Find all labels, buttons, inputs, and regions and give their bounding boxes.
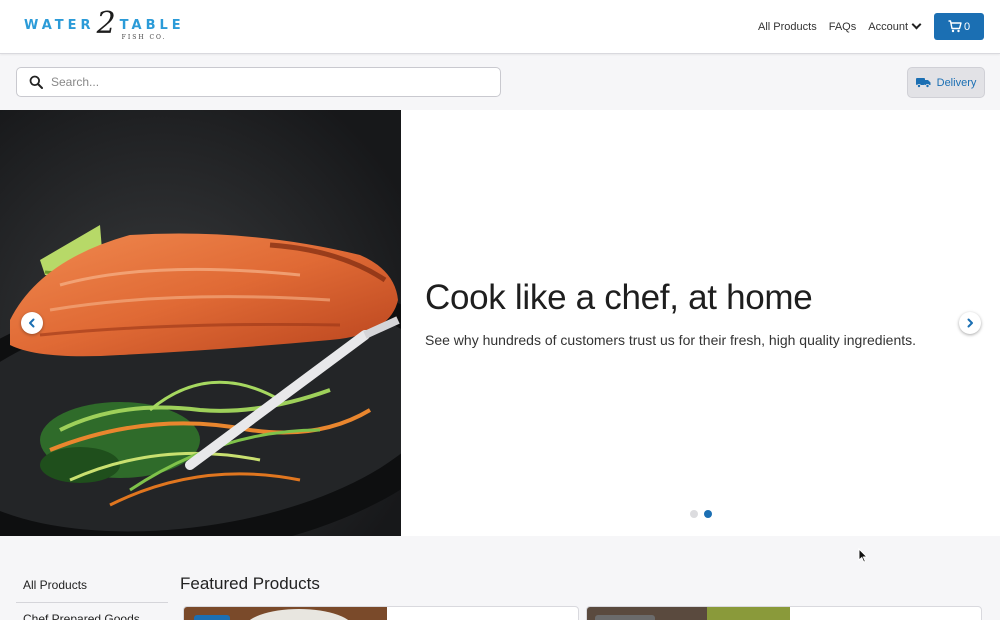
product-image xyxy=(587,607,790,620)
logo-right-group: TABLE FISH CO. xyxy=(120,18,185,41)
sidebar-divider xyxy=(16,602,168,603)
main-nav: All Products FAQs Account 0 xyxy=(758,13,984,40)
carousel-next-button[interactable] xyxy=(959,312,981,334)
sidebar-item-chef-prepared[interactable]: Chef Prepared Goods xyxy=(23,612,140,620)
sidebar-item-all-products[interactable]: All Products xyxy=(23,578,87,592)
search-input[interactable] xyxy=(51,75,471,89)
delivery-label: Delivery xyxy=(936,76,977,89)
carousel-dots xyxy=(690,510,718,518)
featured-products-title: Featured Products xyxy=(180,574,320,593)
cart-button[interactable]: 0 xyxy=(934,13,984,40)
search-icon xyxy=(29,75,43,89)
chevron-right-icon xyxy=(967,318,973,328)
logo-numeral: 2 xyxy=(96,6,116,41)
nav-all-products[interactable]: All Products xyxy=(758,21,817,33)
product-card[interactable] xyxy=(586,606,982,620)
mouse-cursor-icon xyxy=(858,548,868,563)
cart-icon xyxy=(948,20,962,33)
hero-carousel: Cook like a chef, at home See why hundre… xyxy=(0,110,1000,536)
product-card[interactable] xyxy=(183,606,579,620)
site-header: WATER 2 TABLE FISH CO. All Products FAQs… xyxy=(0,0,1000,54)
nav-faqs[interactable]: FAQs xyxy=(829,21,857,33)
nav-account-label: Account xyxy=(868,20,908,33)
product-image xyxy=(184,607,387,620)
truck-icon xyxy=(915,78,931,88)
nav-account-dropdown[interactable]: Account xyxy=(868,19,922,33)
carousel-dot-1[interactable] xyxy=(690,510,698,518)
brand-logo[interactable]: WATER 2 TABLE FISH CO. xyxy=(24,6,185,44)
logo-word-left: WATER xyxy=(24,18,95,33)
hero-image-salmon xyxy=(0,110,401,536)
logo-word-right: TABLE xyxy=(119,18,185,33)
logo-subtitle: FISH CO. xyxy=(121,34,167,41)
hero-subtitle: See why hundreds of customers trust us f… xyxy=(425,332,917,348)
carousel-prev-button[interactable] xyxy=(21,312,43,334)
hero-title: Cook like a chef, at home xyxy=(425,278,813,317)
search-bar[interactable] xyxy=(16,67,501,97)
chevron-down-icon xyxy=(911,19,922,30)
delivery-button[interactable]: Delivery xyxy=(907,67,985,98)
cart-count: 0 xyxy=(963,20,971,33)
chevron-left-icon xyxy=(29,318,35,328)
carousel-dot-2[interactable] xyxy=(704,510,712,518)
